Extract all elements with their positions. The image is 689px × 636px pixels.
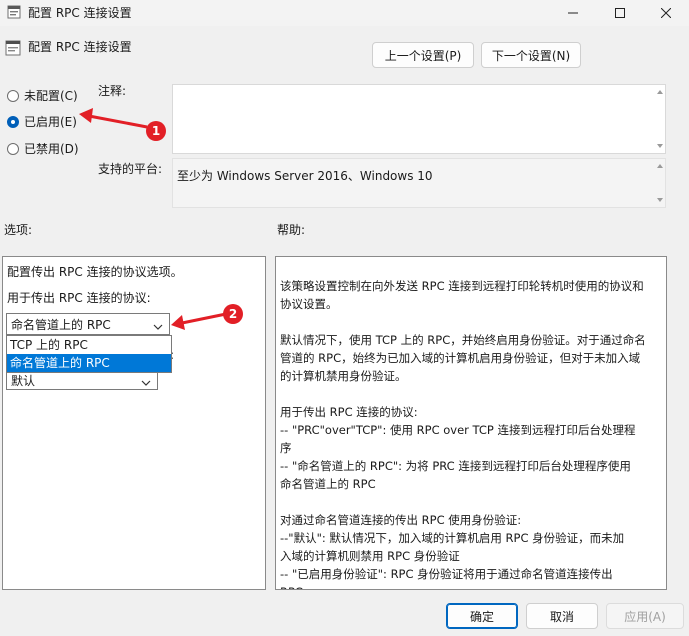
platform-scrollbar[interactable]	[655, 159, 665, 207]
scroll-up-icon[interactable]	[657, 90, 663, 94]
chevron-down-icon[interactable]	[153, 320, 163, 334]
app-icon	[7, 5, 21, 22]
dropdown-option-label: 命名管道上的 RPC	[10, 356, 110, 370]
chevron-down-icon[interactable]	[141, 376, 151, 390]
help-label: 帮助:	[277, 223, 306, 237]
annotation-arrow-1	[79, 108, 148, 129]
help-text: 该策略设置控制在向外发送 RPC 连接到远程打印轮转机时使用的协议和 协议设置。默…	[280, 259, 662, 589]
next-setting-button[interactable]: 下一个设置(N)	[481, 42, 581, 68]
dropdown-option-tcp[interactable]: TCP 上的 RPC	[7, 336, 171, 354]
platform-value: 至少为 Windows Server 2016、Windows 10	[177, 169, 433, 183]
close-icon[interactable]	[643, 0, 689, 26]
radio-enabled[interactable]: 已启用(E)	[7, 113, 77, 130]
help-line: 的计算机禁用身份验证。	[280, 369, 407, 383]
minimize-icon[interactable]	[550, 0, 596, 26]
help-line	[280, 385, 662, 403]
help-line: 管道的 RPC，始终为已加入域的计算机启用身份验证，但对于未加入域	[280, 351, 641, 365]
scroll-down-icon[interactable]	[657, 144, 663, 148]
annotation-marker-1: 1	[146, 121, 166, 141]
options-label: 选项:	[4, 223, 33, 237]
auth-combobox[interactable]: 默认	[6, 370, 158, 390]
auth-selected-value: 默认	[11, 373, 36, 388]
apply-button[interactable]: 应用(A)	[606, 603, 684, 629]
cancel-button[interactable]: 取消	[526, 603, 598, 629]
dropdown-option-named-pipe[interactable]: 命名管道上的 RPC	[7, 354, 171, 372]
help-line: 默认情况下，使用 TCP 上的 RPC，并始终启用身份验证。对于通过命名	[280, 333, 646, 347]
annotation-arrow-2	[171, 312, 227, 330]
help-line	[280, 493, 662, 511]
scroll-up-icon[interactable]	[657, 164, 663, 168]
annotation-marker-2: 2	[223, 304, 243, 324]
help-line: --"默认": 默认情况下，加入域的计算机启用 RPC 身份验证，而未加	[280, 531, 625, 545]
radio-circle	[7, 89, 19, 102]
help-line: RPC	[280, 583, 662, 589]
help-line: 命名管道上的 RPC	[280, 477, 376, 491]
options-description: 配置传出 RPC 连接的协议选项。	[7, 265, 183, 279]
window-title: 配置 RPC 连接设置	[28, 6, 132, 20]
comment-label: 注释:	[98, 84, 127, 98]
help-line: -- "已启用身份验证": RPC 身份验证将用于通过命名管道连接传出	[280, 567, 613, 581]
help-line	[280, 259, 662, 277]
dropdown-option-label: TCP 上的 RPC	[10, 338, 88, 352]
help-line: 用于传出 RPC 连接的协议:	[280, 405, 418, 419]
protocol-combobox[interactable]: 命名管道上的 RPC	[6, 313, 170, 335]
help-line: 入域的计算机则禁用 RPC 身份验证	[280, 549, 460, 563]
protocol-label: 用于传出 RPC 连接的协议:	[7, 291, 151, 305]
help-panel: 该策略设置控制在向外发送 RPC 连接到远程打印轮转机时使用的协议和 协议设置。默…	[275, 256, 667, 590]
radio-label: 未配置(C)	[24, 89, 78, 103]
radio-circle	[7, 142, 19, 155]
platform-textbox: 至少为 Windows Server 2016、Windows 10	[172, 158, 666, 208]
title-bar: 配置 RPC 连接设置	[0, 0, 689, 26]
policy-icon	[5, 40, 21, 59]
scroll-down-icon[interactable]	[657, 198, 663, 202]
protocol-selected-value: 命名管道上的 RPC	[11, 317, 111, 332]
help-line	[280, 313, 662, 331]
radio-label: 已启用(E)	[24, 115, 77, 129]
radio-not-configured[interactable]: 未配置(C)	[7, 87, 78, 104]
help-line: 该策略设置控制在向外发送 RPC 连接到远程打印轮转机时使用的协议和	[280, 279, 644, 293]
comment-scrollbar[interactable]	[655, 85, 665, 153]
radio-label: 已禁用(D)	[24, 142, 79, 156]
ok-button[interactable]: 确定	[446, 603, 518, 629]
maximize-icon[interactable]	[597, 0, 643, 26]
platform-label: 支持的平台:	[98, 162, 163, 176]
radio-disabled[interactable]: 已禁用(D)	[7, 140, 79, 157]
help-line: -- "PRC"over"TCP": 使用 RPC over TCP 连接到远程…	[280, 423, 636, 437]
radio-circle-selected	[7, 115, 19, 128]
previous-setting-button[interactable]: 上一个设置(P)	[372, 42, 474, 68]
comment-textarea[interactable]	[172, 84, 666, 154]
help-line: 对通过命名管道连接的传出 RPC 使用身份验证:	[280, 513, 522, 527]
policy-title: 配置 RPC 连接设置	[28, 40, 132, 54]
help-line: -- "命名管道上的 RPC": 为将 PRC 连接到远程打印后台处理程序使用	[280, 459, 631, 473]
help-line: 序	[280, 441, 292, 455]
protocol-dropdown-list: TCP 上的 RPC 命名管道上的 RPC	[6, 335, 172, 373]
help-line: 协议设置。	[280, 297, 338, 311]
